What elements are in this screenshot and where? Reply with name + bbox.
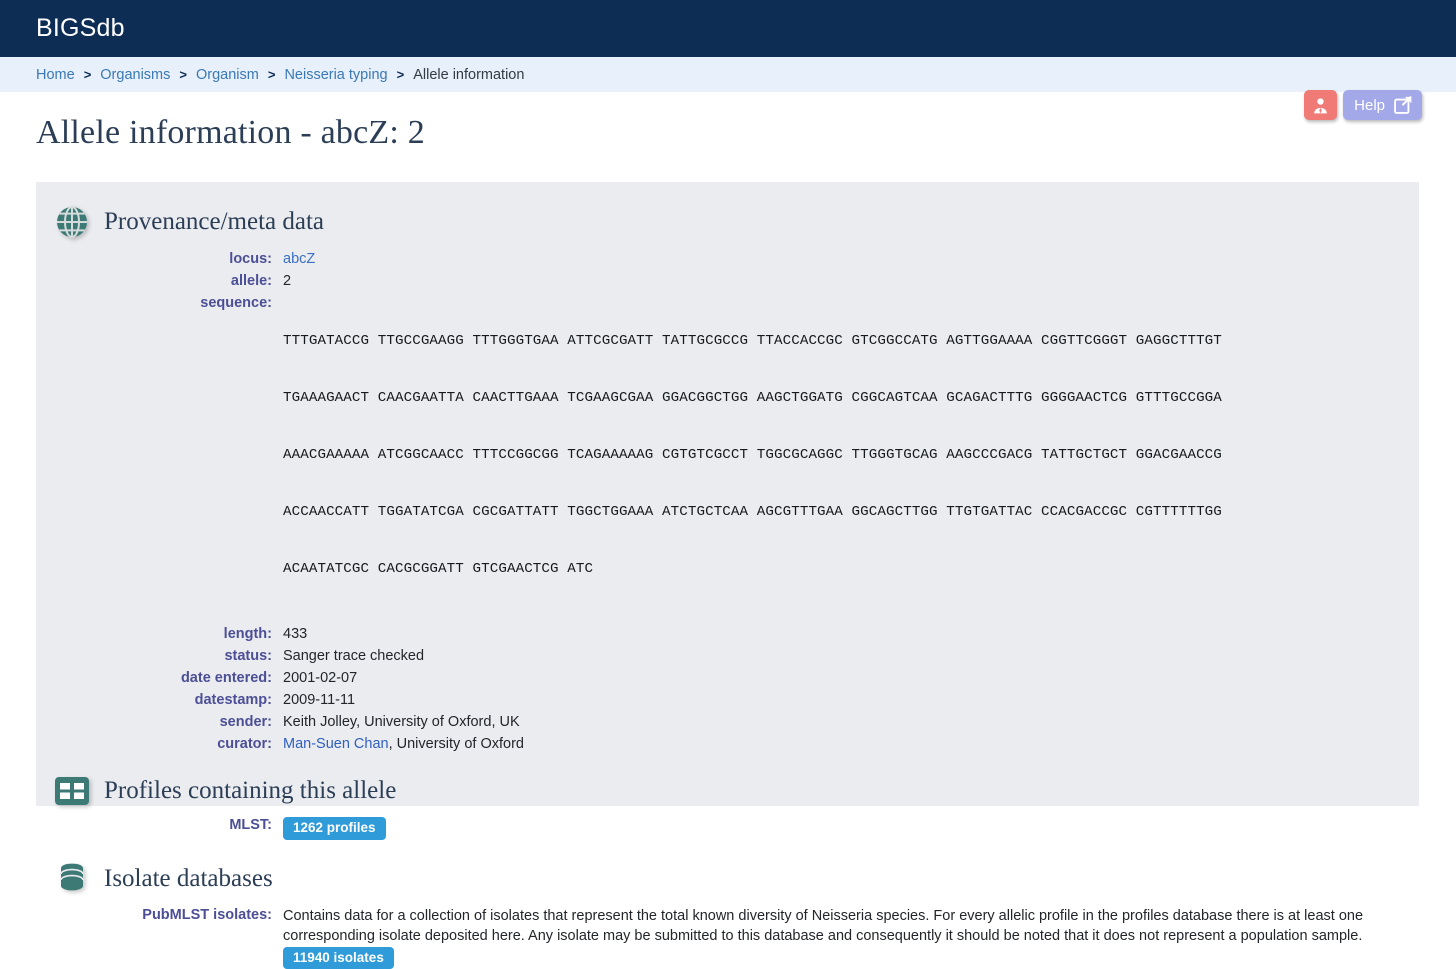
breadcrumb: Home > Organisms > Organism > Neisseria …: [0, 57, 1456, 92]
external-link-icon: [1393, 95, 1413, 115]
field-label-sequence: sequence:: [36, 294, 283, 311]
field-label-length: length:: [36, 625, 283, 642]
sequence-line: ACCAACCATT TGGATATCGA CGCGATTATT TGGCTGG…: [283, 503, 1222, 522]
field-label-status: status:: [36, 647, 283, 664]
field-row-status: status: Sanger trace checked: [36, 647, 1419, 664]
field-label-datestamp: datestamp:: [36, 691, 283, 708]
field-label-pubmlst-isolates: PubMLST isolates:: [36, 906, 283, 923]
breadcrumb-item-home[interactable]: Home: [36, 67, 75, 83]
user-person-icon: [1311, 96, 1330, 115]
breadcrumb-item-neisseria-typing[interactable]: Neisseria typing: [284, 67, 387, 83]
field-value-mlst: 1262 profiles: [283, 816, 386, 840]
sequence-line: TTTGATACCG TTGCCGAAGG TTTGGGTGAA ATTCGCG…: [283, 332, 1222, 351]
field-value-pubmlst-isolates: Contains data for a collection of isolat…: [283, 906, 1413, 969]
user-account-button[interactable]: [1304, 90, 1337, 120]
field-row-date-entered: date entered: 2001-02-07: [36, 669, 1419, 686]
section-title-profiles: Profiles containing this allele: [104, 777, 396, 805]
field-value-length: 433: [283, 625, 307, 642]
help-button-label: Help: [1354, 97, 1385, 114]
top-navigation-bar: BIGSdb: [0, 0, 1456, 57]
help-button[interactable]: Help: [1343, 90, 1422, 120]
sequence-line: TGAAAGAACT CAACGAATTA CAACTTGAAA TCGAAGC…: [283, 389, 1222, 408]
curator-link[interactable]: Man-Suen Chan: [283, 736, 389, 752]
section-header-isolate-databases: Isolate databases: [36, 862, 1419, 896]
field-row-locus: locus: abcZ: [36, 250, 1419, 267]
breadcrumb-separator: >: [84, 67, 92, 82]
section-header-provenance: Provenance/meta data: [36, 204, 1419, 240]
section-title-isolate-databases: Isolate databases: [104, 865, 273, 893]
content-panel: Provenance/meta data locus: abcZ allele:…: [36, 182, 1419, 806]
breadcrumb-separator: >: [179, 67, 187, 82]
field-row-pubmlst-isolates: PubMLST isolates: Contains data for a co…: [36, 906, 1419, 969]
field-value-sender: Keith Jolley, University of Oxford, UK: [283, 713, 520, 730]
field-row-curator: curator: Man-Suen Chan, University of Ox…: [36, 735, 1419, 752]
field-label-date-entered: date entered:: [36, 669, 283, 686]
locus-link[interactable]: abcZ: [283, 251, 315, 267]
field-row-mlst: MLST: 1262 profiles: [36, 816, 1419, 840]
field-row-allele: allele: 2: [36, 272, 1419, 289]
section-title-provenance: Provenance/meta data: [104, 208, 324, 236]
breadcrumb-item-organisms[interactable]: Organisms: [100, 67, 170, 83]
sequence-line: ACAATATCGC CACGCGGATT GTCGAACTCG ATC: [283, 560, 1222, 579]
section-provenance: Provenance/meta data locus: abcZ allele:…: [36, 204, 1419, 752]
field-value-sequence: TTTGATACCG TTGCCGAAGG TTTGGGTGAA ATTCGCG…: [283, 294, 1222, 617]
field-label-mlst: MLST:: [36, 816, 283, 833]
section-isolate-databases: Isolate databases PubMLST isolates: Cont…: [36, 862, 1419, 969]
breadcrumb-separator: >: [268, 67, 276, 82]
header-action-buttons: Help: [1304, 90, 1422, 120]
field-value-status: Sanger trace checked: [283, 647, 424, 664]
field-label-allele: allele:: [36, 272, 283, 289]
pubmlst-description-text: Contains data for a collection of isolat…: [283, 908, 1363, 945]
field-label-curator: curator:: [36, 735, 283, 752]
field-label-sender: sender:: [36, 713, 283, 730]
app-brand-title: BIGSdb: [36, 14, 125, 43]
field-value-curator: Man-Suen Chan, University of Oxford: [283, 735, 524, 752]
globe-icon: [54, 204, 90, 240]
field-row-sequence: sequence: TTTGATACCG TTGCCGAAGG TTTGGGTG…: [36, 294, 1419, 617]
database-icon: [54, 862, 90, 896]
breadcrumb-item-organism[interactable]: Organism: [196, 67, 259, 83]
page-title: Allele information - abcZ: 2: [0, 92, 1456, 152]
field-value-locus: abcZ: [283, 250, 315, 267]
field-value-datestamp: 2009-11-11: [283, 691, 355, 708]
field-value-allele: 2: [283, 272, 291, 289]
field-row-length: length: 433: [36, 625, 1419, 642]
pubmlst-isolates-badge[interactable]: 11940 isolates: [283, 947, 394, 969]
section-profiles: Profiles containing this allele MLST: 12…: [36, 776, 1419, 840]
field-label-locus: locus:: [36, 250, 283, 267]
breadcrumb-item-current: Allele information: [413, 67, 524, 83]
field-value-date-entered: 2001-02-07: [283, 669, 357, 686]
field-row-sender: sender: Keith Jolley, University of Oxfo…: [36, 713, 1419, 730]
mlst-profiles-badge[interactable]: 1262 profiles: [283, 817, 386, 840]
field-row-datestamp: datestamp: 2009-11-11: [36, 691, 1419, 708]
sequence-line: AAACGAAAAA ATCGGCAACC TTTCCGGCGG TCAGAAA…: [283, 446, 1222, 465]
table-grid-icon: [54, 776, 90, 806]
section-header-profiles: Profiles containing this allele: [36, 776, 1419, 806]
curator-affiliation: , University of Oxford: [389, 736, 524, 752]
breadcrumb-separator: >: [397, 67, 405, 82]
